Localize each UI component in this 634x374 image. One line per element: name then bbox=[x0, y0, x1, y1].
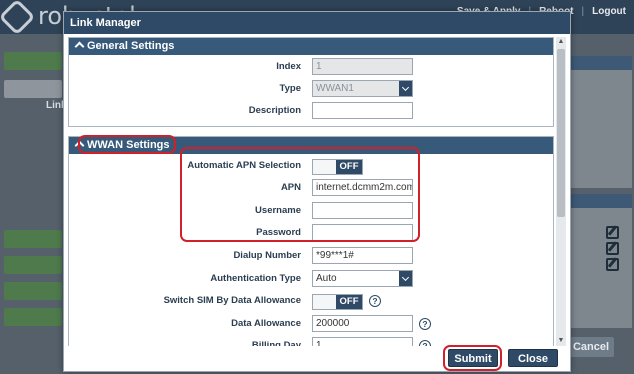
auth-type-select[interactable]: Auto bbox=[312, 270, 413, 287]
background-panel-header bbox=[570, 194, 632, 208]
logo-icon bbox=[0, 0, 36, 36]
dialog-title: Link Manager bbox=[70, 17, 141, 29]
link-manager-dialog: Link Manager General Settings Index 1 Ty… bbox=[63, 11, 571, 372]
data-allowance-label: Data Allowance bbox=[231, 318, 301, 329]
chevron-down-icon[interactable] bbox=[399, 271, 412, 286]
general-settings-section: General Settings Index 1 Type WWAN1 Desc… bbox=[68, 37, 554, 127]
edit-icon[interactable] bbox=[606, 226, 619, 239]
edit-icon[interactable] bbox=[606, 258, 619, 271]
scrollbar-thumb[interactable] bbox=[557, 49, 565, 217]
collapse-caret-icon[interactable] bbox=[74, 140, 85, 151]
edit-icon[interactable] bbox=[606, 242, 619, 255]
auth-type-row: Authentication Type Auto bbox=[69, 270, 554, 290]
toggle-state: OFF bbox=[336, 160, 362, 174]
data-allowance-row: Data Allowance 200000 ? bbox=[69, 315, 554, 335]
dialog-scrollbar[interactable]: ▲ ▼ bbox=[556, 37, 566, 346]
sidebar-item[interactable] bbox=[4, 52, 62, 70]
billing-day-label: Billing Day bbox=[251, 340, 301, 346]
index-row: Index 1 bbox=[69, 58, 554, 78]
type-select[interactable]: WWAN1 bbox=[312, 80, 413, 97]
background-panel-header bbox=[570, 56, 632, 70]
help-icon[interactable]: ? bbox=[419, 340, 431, 346]
auth-type-value: Auto bbox=[316, 273, 337, 284]
password-row: Password bbox=[69, 224, 554, 244]
dialog-scroll-area[interactable]: General Settings Index 1 Type WWAN1 Desc… bbox=[68, 37, 554, 346]
dialup-input[interactable]: *99***1# bbox=[312, 247, 413, 264]
dialup-row: Dialup Number *99***1# bbox=[69, 247, 554, 267]
close-button[interactable]: Close bbox=[508, 349, 558, 367]
sidebar-item-link[interactable] bbox=[4, 80, 62, 98]
background-panel bbox=[570, 70, 632, 188]
index-label: Index bbox=[276, 61, 301, 72]
wwan-settings-section: WWAN Settings Automatic APN Selection OF… bbox=[68, 136, 554, 346]
dialup-label: Dialup Number bbox=[233, 250, 301, 261]
general-settings-header[interactable]: General Settings bbox=[69, 38, 553, 55]
type-row: Type WWAN1 bbox=[69, 80, 554, 100]
general-settings-title: General Settings bbox=[87, 40, 175, 52]
submit-button[interactable]: Submit bbox=[448, 349, 498, 367]
collapse-caret-icon[interactable] bbox=[74, 41, 85, 52]
data-allowance-input[interactable]: 200000 bbox=[312, 315, 413, 332]
wwan-settings-title: WWAN Settings bbox=[87, 139, 170, 151]
background-panel bbox=[570, 208, 632, 328]
password-label: Password bbox=[256, 227, 301, 238]
apn-row: APN internet.dcmm2m.com bbox=[69, 179, 554, 199]
description-label: Description bbox=[248, 105, 301, 116]
help-icon[interactable]: ? bbox=[369, 295, 381, 307]
wwan-settings-header[interactable]: WWAN Settings bbox=[69, 137, 553, 154]
description-input[interactable] bbox=[312, 102, 413, 119]
apn-label: APN bbox=[280, 182, 301, 193]
logout-link[interactable]: Logout bbox=[592, 6, 626, 17]
toggle-state: OFF bbox=[336, 295, 362, 309]
username-label: Username bbox=[255, 205, 301, 216]
apn-selection-toggle[interactable]: OFF bbox=[312, 159, 363, 175]
scroll-down-icon[interactable]: ▼ bbox=[556, 336, 566, 346]
description-row: Description bbox=[69, 102, 554, 122]
billing-day-row: Billing Day 1 ? bbox=[69, 337, 554, 346]
sidebar-item[interactable] bbox=[4, 230, 62, 248]
auth-type-label: Authentication Type bbox=[210, 273, 301, 284]
username-input[interactable] bbox=[312, 202, 413, 219]
type-label: Type bbox=[279, 83, 301, 94]
switch-sim-label: Switch SIM By Data Allowance bbox=[163, 295, 301, 306]
index-field: 1 bbox=[312, 58, 413, 75]
apn-selection-label: Automatic APN Selection bbox=[187, 160, 301, 171]
scroll-up-icon[interactable]: ▲ bbox=[556, 37, 566, 47]
billing-day-input[interactable]: 1 bbox=[312, 337, 413, 346]
switch-sim-toggle[interactable]: OFF bbox=[312, 294, 363, 310]
sidebar-item[interactable] bbox=[4, 282, 62, 300]
background-cancel-button[interactable]: Cancel bbox=[568, 337, 614, 357]
type-value: WWAN1 bbox=[316, 83, 354, 94]
chevron-down-icon[interactable] bbox=[399, 81, 412, 96]
apn-input[interactable]: internet.dcmm2m.com bbox=[312, 179, 413, 196]
help-icon[interactable]: ? bbox=[419, 318, 431, 330]
switch-sim-row: Switch SIM By Data Allowance OFF ? bbox=[69, 292, 554, 312]
dialog-title-bar: Link Manager bbox=[64, 12, 570, 34]
username-row: Username bbox=[69, 202, 554, 222]
password-input[interactable] bbox=[312, 224, 413, 241]
sidebar-item[interactable] bbox=[4, 256, 62, 274]
sidebar-item[interactable] bbox=[4, 308, 62, 326]
apn-selection-row: Automatic APN Selection OFF bbox=[69, 157, 554, 177]
